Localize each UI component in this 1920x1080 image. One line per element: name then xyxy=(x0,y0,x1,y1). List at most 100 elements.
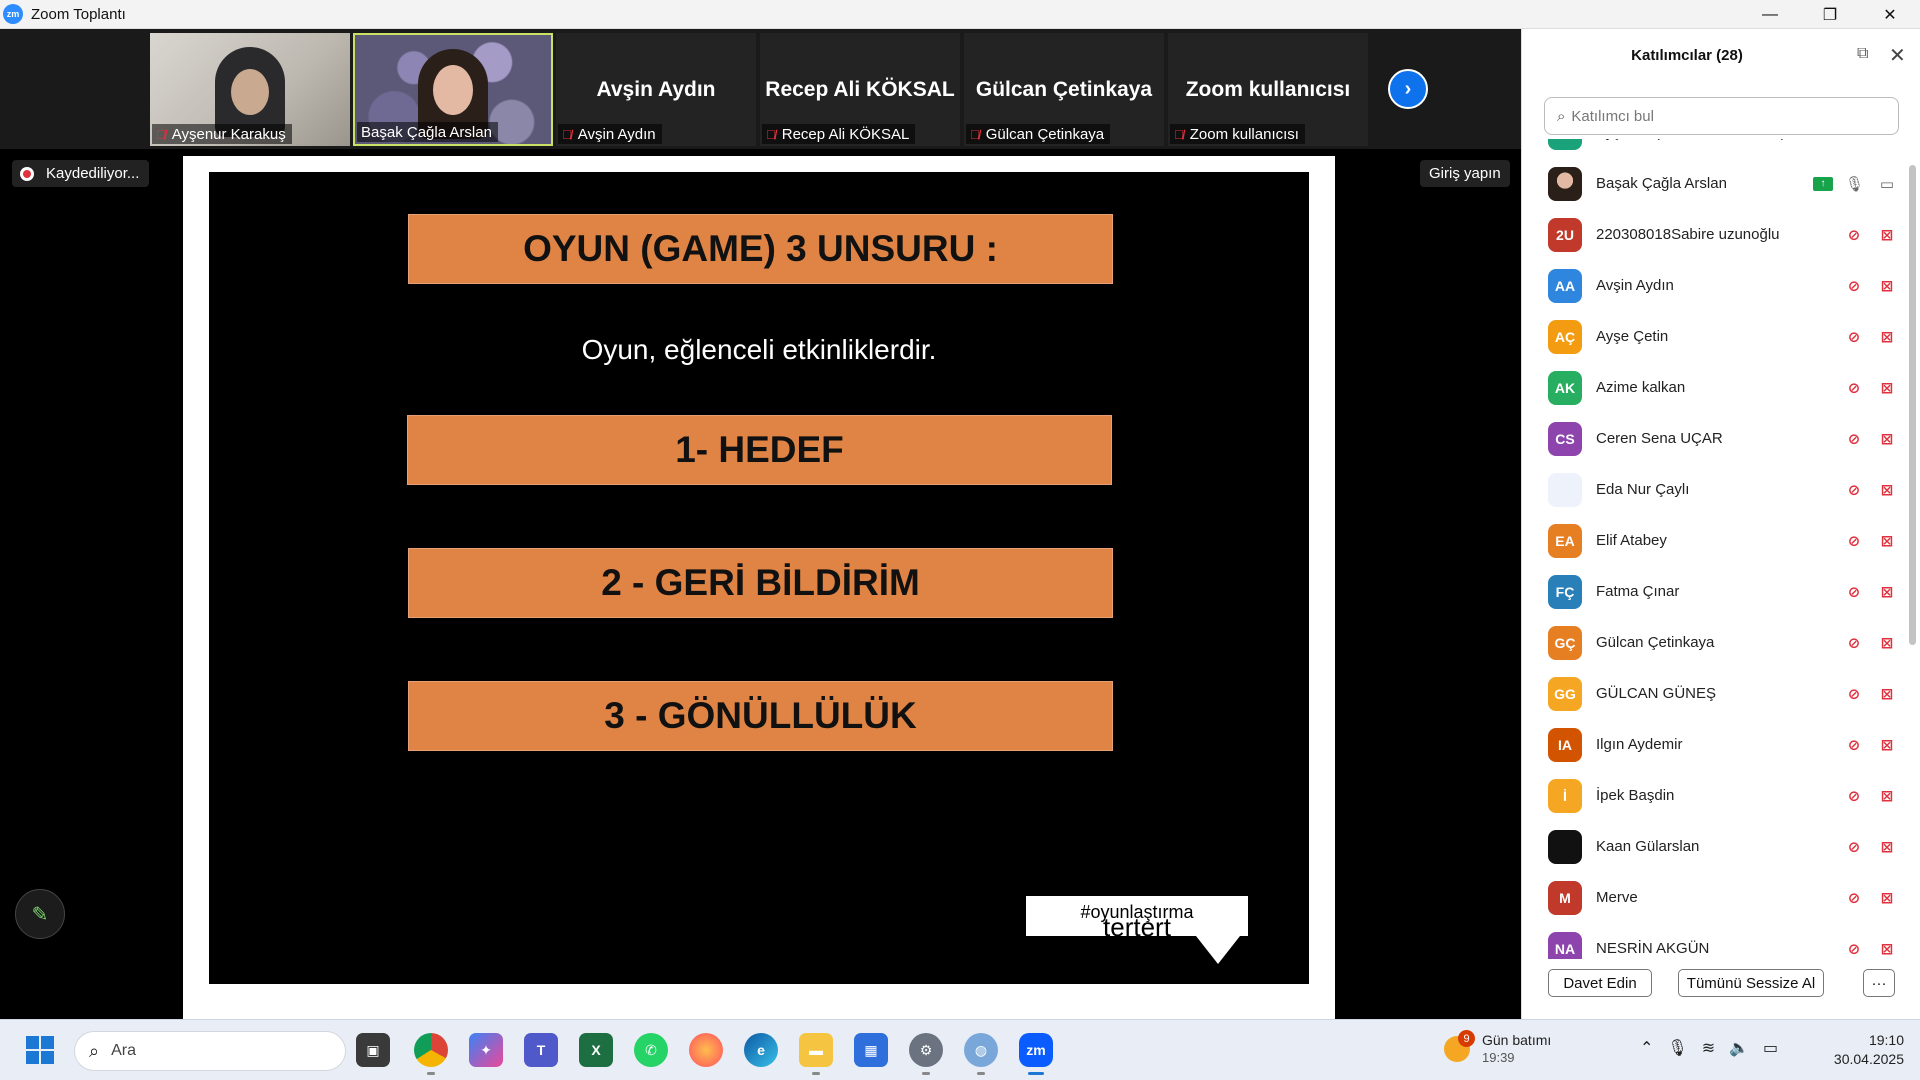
mic-muted-icon[interactable]: ⊘ xyxy=(1845,277,1863,295)
camera-off-icon[interactable]: ⊠ xyxy=(1875,139,1899,142)
camera-off-icon[interactable]: ⊠ xyxy=(1875,328,1899,346)
participant-search-input[interactable] xyxy=(1571,107,1872,125)
participant-scrollbar[interactable] xyxy=(1909,141,1917,951)
restore-button[interactable]: ❐ xyxy=(1800,0,1860,29)
store-icon[interactable]: ▦ xyxy=(854,1033,888,1067)
mic-muted-icon[interactable]: ⊘ xyxy=(1845,379,1863,397)
edge-icon[interactable]: e xyxy=(744,1033,778,1067)
camera-off-icon[interactable]: ⊠ xyxy=(1875,685,1899,703)
participant-row[interactable]: CS Ceren Sena UÇAR ⊘ ⊠ xyxy=(1522,413,1907,464)
participant-row[interactable]: Başak Çağla Arslan ↑ 🎙 ▭ xyxy=(1522,158,1907,209)
camera-off-icon[interactable]: ⊠ xyxy=(1875,583,1899,601)
app-globe-icon[interactable]: ◍ xyxy=(964,1033,998,1075)
participant-row[interactable]: EA Elif Atabey ⊘ ⊠ xyxy=(1522,515,1907,566)
mic-muted-icon[interactable]: ⊘ xyxy=(1845,328,1863,346)
next-page-button[interactable]: › xyxy=(1388,69,1428,109)
shared-screen: OYUN (GAME) 3 UNSURU : Oyun, eğlenceli e… xyxy=(183,156,1335,1040)
popout-icon[interactable]: ⧉ xyxy=(1857,45,1879,67)
whatsapp-icon[interactable]: ✆ xyxy=(634,1033,668,1067)
participant-row[interactable]: IA Ilgın Aydemir ⊘ ⊠ xyxy=(1522,719,1907,770)
microphone-icon[interactable]: 🎙 xyxy=(1667,1038,1687,1058)
mic-muted-icon[interactable]: ⊘ xyxy=(1845,226,1863,244)
camera-off-icon[interactable]: ⊠ xyxy=(1875,838,1899,856)
more-options-button[interactable]: ··· xyxy=(1863,969,1895,997)
video-tile-1[interactable]: 🎙̸ Ayşenur Karakuş xyxy=(150,33,350,146)
mic-muted-icon[interactable]: ⊘ xyxy=(1845,583,1863,601)
camera-off-icon[interactable]: ⊠ xyxy=(1875,940,1899,958)
invite-button[interactable]: Davet Edin xyxy=(1548,969,1652,997)
tile-display-name: Zoom kullanıcısı xyxy=(1185,78,1351,101)
camera-off-icon[interactable]: ⊠ xyxy=(1875,634,1899,652)
participant-row[interactable]: M Merve ⊘ ⊠ xyxy=(1522,872,1907,923)
clock[interactable]: 19:10 30.04.2025 xyxy=(1834,1031,1904,1069)
file-explorer-icon[interactable]: ▬ xyxy=(799,1033,833,1075)
participant-row[interactable]: AÇ Ayşe Çetin ⊘ ⊠ xyxy=(1522,311,1907,362)
participant-row[interactable]: FÇ Fatma Çınar ⊘ ⊠ xyxy=(1522,566,1907,617)
participant-row[interactable]: 2U 220308018Sabire uzunoğlu ⊘ ⊠ xyxy=(1522,209,1907,260)
copilot-icon[interactable]: ✦ xyxy=(469,1033,503,1067)
close-panel-icon[interactable]: ✕ xyxy=(1889,43,1911,67)
chevron-up-icon[interactable]: ⌃ xyxy=(1640,1038,1653,1058)
excel-icon[interactable]: X xyxy=(579,1033,613,1067)
mic-muted-icon[interactable]: ⊘ xyxy=(1845,787,1863,805)
participant-row[interactable]: Kaan Gülarslan ⊘ ⊠ xyxy=(1522,821,1907,872)
wifi-icon[interactable]: ≋ xyxy=(1702,1038,1715,1058)
mic-muted-icon[interactable]: ⊘ xyxy=(1845,685,1863,703)
video-tile-5[interactable]: Gülcan Çetinkaya 🎙̸ Gülcan Çetinkaya xyxy=(964,33,1164,146)
mic-icon[interactable]: 🎙 xyxy=(1845,175,1864,193)
camera-off-icon[interactable]: ⊠ xyxy=(1875,430,1899,448)
mic-muted-icon[interactable]: ⊘ xyxy=(1845,838,1863,856)
participant-row[interactable]: GG GÜLCAN GÜNEŞ ⊘ ⊠ xyxy=(1522,668,1907,719)
participant-name: Ayşenur (Ortam Sahibi, ben) xyxy=(1596,139,1786,141)
close-window-button[interactable]: ✕ xyxy=(1860,0,1920,29)
mic-muted-icon[interactable]: ⊘ xyxy=(1845,940,1863,958)
video-tile-4[interactable]: Recep Ali KÖKSAL 🎙̸ Recep Ali KÖKSAL xyxy=(760,33,960,146)
participant-search[interactable]: ⌕ xyxy=(1544,97,1899,135)
firefox-icon[interactable] xyxy=(689,1033,723,1067)
camera-off-icon[interactable]: ⊠ xyxy=(1875,481,1899,499)
camera-icon[interactable]: ▭ xyxy=(1875,175,1899,193)
participant-row[interactable]: Ayşenur (Ortam Sahibi, ben) ⊘ ⊠ xyxy=(1522,139,1907,158)
avatar: İ xyxy=(1548,778,1582,813)
zoom-taskbar-icon[interactable]: zm xyxy=(1019,1033,1053,1075)
taskbar-search[interactable]: ⌕ Ara xyxy=(74,1031,346,1071)
settings-icon[interactable]: ⚙ xyxy=(909,1033,943,1075)
participant-row[interactable]: Eda Nur Çaylı ⊘ ⊠ xyxy=(1522,464,1907,515)
camera-off-icon[interactable]: ⊠ xyxy=(1875,532,1899,550)
mic-muted-icon[interactable]: ⊘ xyxy=(1845,889,1863,907)
mic-muted-icon[interactable]: ⊘ xyxy=(1845,481,1863,499)
video-tile-3[interactable]: Avşin Aydın 🎙̸ Avşin Aydın xyxy=(556,33,756,146)
battery-icon[interactable]: ▭ xyxy=(1763,1038,1778,1058)
mute-all-button[interactable]: Tümünü Sessize Al xyxy=(1678,969,1824,997)
task-view-icon[interactable]: ▣ xyxy=(356,1033,390,1067)
participant-row[interactable]: İ İpek Başdin ⊘ ⊠ xyxy=(1522,770,1907,821)
participant-row[interactable]: AA Avşin Aydın ⊘ ⊠ xyxy=(1522,260,1907,311)
camera-off-icon[interactable]: ⊠ xyxy=(1875,277,1899,295)
sign-in-button[interactable]: Giriş yapın xyxy=(1420,160,1510,187)
start-button[interactable] xyxy=(26,1036,54,1064)
mic-muted-icon[interactable]: ⊘ xyxy=(1845,532,1863,550)
camera-off-icon[interactable]: ⊠ xyxy=(1875,226,1899,244)
title-bar: zm Zoom Toplantı — ❐ ✕ xyxy=(0,0,1920,29)
tile-name-label: 🎙̸ Zoom kullanıcısı xyxy=(1170,124,1305,144)
recording-indicator[interactable]: Kaydediliyor... xyxy=(12,160,150,187)
mic-muted-icon[interactable]: ⊘ xyxy=(1845,736,1863,754)
camera-off-icon[interactable]: ⊠ xyxy=(1875,736,1899,754)
video-tile-6[interactable]: Zoom kullanıcısı 🎙̸ Zoom kullanıcısı xyxy=(1168,33,1368,146)
chrome-icon[interactable] xyxy=(414,1033,448,1075)
participant-row[interactable]: GÇ Gülcan Çetinkaya ⊘ ⊠ xyxy=(1522,617,1907,668)
teams-icon[interactable]: T xyxy=(524,1033,558,1067)
mic-muted-icon[interactable]: ⊘ xyxy=(1845,430,1863,448)
annotate-pen-button[interactable]: ✎ xyxy=(15,889,65,939)
scroll-thumb[interactable] xyxy=(1909,165,1916,645)
camera-off-icon[interactable]: ⊠ xyxy=(1875,379,1899,397)
volume-icon[interactable]: 🔈 xyxy=(1729,1038,1749,1058)
minimize-button[interactable]: — xyxy=(1740,0,1800,29)
mic-muted-icon[interactable]: ⊘ xyxy=(1845,139,1863,142)
camera-off-icon[interactable]: ⊠ xyxy=(1875,787,1899,805)
participant-row[interactable]: NA NESRİN AKGÜN ⊘ ⊠ xyxy=(1522,923,1907,959)
mic-muted-icon[interactable]: ⊘ xyxy=(1845,634,1863,652)
participant-row[interactable]: AK Azime kalkan ⊘ ⊠ xyxy=(1522,362,1907,413)
video-tile-2[interactable]: Başak Çağla Arslan xyxy=(353,33,553,146)
camera-off-icon[interactable]: ⊠ xyxy=(1875,889,1899,907)
